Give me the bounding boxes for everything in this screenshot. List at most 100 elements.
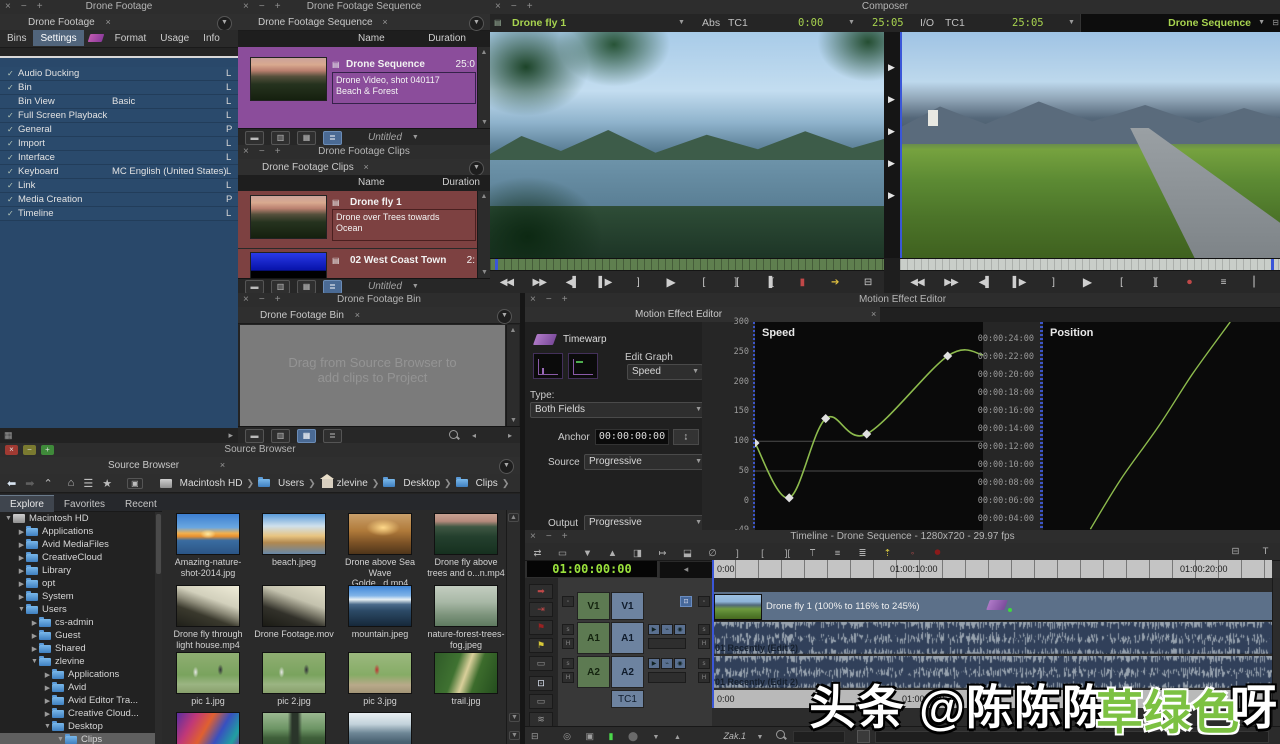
- clips-bin-tab[interactable]: Drone Footage Clips: [262, 162, 354, 173]
- sequence-bin-tab[interactable]: Drone Footage Sequence: [258, 17, 373, 28]
- chevron-down-icon[interactable]: ▼: [1258, 14, 1265, 32]
- cursor-icon[interactable]: ▏: [1240, 277, 1274, 288]
- audio-play-icon[interactable]: ▶: [648, 658, 660, 669]
- file-item[interactable]: trail.jpg: [424, 652, 506, 707]
- mee-titlebar[interactable]: ×−+ Motion Effect Editor: [525, 293, 1280, 308]
- audio-auto-icon[interactable]: ◉: [674, 624, 686, 635]
- tree-item-applications[interactable]: ▶Applications: [0, 525, 155, 538]
- menu-icon[interactable]: ⊟: [531, 731, 539, 741]
- fast-menu-icon[interactable]: ▼: [469, 161, 484, 176]
- mixer-icon[interactable]: ⇄: [525, 545, 550, 562]
- solo-box[interactable]: s: [698, 658, 710, 669]
- back-icon[interactable]: ⬅: [7, 477, 16, 490]
- frame-view-icon[interactable]: ▦: [297, 131, 316, 145]
- close-icon[interactable]: ×: [5, 445, 18, 455]
- file-thumbnail[interactable]: [434, 652, 498, 694]
- settings-row[interactable]: ✓InterfaceL: [0, 151, 238, 165]
- fast-menu-icon[interactable]: ▼: [469, 16, 484, 31]
- maximize-icon[interactable]: +: [275, 0, 281, 14]
- sequence-clip-name[interactable]: Drone Sequence: [346, 59, 425, 70]
- file-thumbnail[interactable]: [348, 585, 412, 627]
- bin-view-preset[interactable]: Untitled: [368, 281, 402, 292]
- expand-icon[interactable]: ▶: [17, 541, 26, 549]
- tree-item-library[interactable]: ▶Library: [0, 564, 155, 577]
- tab-settings[interactable]: Settings: [33, 30, 83, 46]
- file-item[interactable]: Drone fly above trees and o...n.mp4: [424, 513, 506, 578]
- scrollbar[interactable]: ▲▼: [477, 47, 490, 128]
- file-item[interactable]: mountain.jpeg: [338, 585, 422, 640]
- record-icon[interactable]: ⏺: [925, 544, 950, 561]
- extract-icon[interactable]: ➔: [818, 277, 851, 288]
- settings-row[interactable]: ✓ImportL: [0, 137, 238, 151]
- forward-icon[interactable]: ➡: [25, 477, 34, 490]
- record-track-v1[interactable]: V1: [611, 592, 644, 620]
- clip-name[interactable]: Drone fly 1: [350, 197, 402, 208]
- step-forward-icon[interactable]: ▌▶: [1002, 277, 1036, 288]
- column-name[interactable]: Name: [358, 177, 385, 188]
- tree-item-applications[interactable]: ▶Applications: [0, 668, 155, 681]
- settings-row[interactable]: ✓BinL: [0, 81, 238, 95]
- tree-item-users[interactable]: ▼Users: [0, 603, 155, 616]
- breadcrumb-users[interactable]: Users: [278, 478, 304, 489]
- expand-icon[interactable]: ▶: [17, 528, 26, 536]
- yellow-marker-icon[interactable]: ⚑: [529, 638, 553, 653]
- close-icon[interactable]: ×: [530, 530, 536, 543]
- source-browser-tab[interactable]: Source Browser: [108, 460, 179, 471]
- maximize-icon[interactable]: +: [275, 293, 281, 307]
- file-item[interactable]: Drone fly through light house.mp4: [166, 585, 250, 650]
- file-item[interactable]: pic 3.jpg: [338, 652, 422, 707]
- down-arrow-icon[interactable]: ▼: [575, 545, 600, 562]
- composer-titlebar[interactable]: ×−+ Composer: [490, 0, 1280, 15]
- text-view-icon[interactable]: ▥: [271, 280, 290, 294]
- maximize-icon[interactable]: +: [275, 145, 281, 159]
- close-icon[interactable]: ×: [243, 293, 249, 307]
- fast-menu-icon[interactable]: ▼: [217, 16, 232, 31]
- camera-icon[interactable]: ▣: [127, 478, 143, 489]
- expand-icon[interactable]: ▶: [43, 684, 52, 692]
- frame2-icon[interactable]: ▭: [529, 694, 553, 709]
- audio-pan-icon[interactable]: ⌁: [661, 624, 673, 635]
- mark-in-icon[interactable]: [: [687, 277, 720, 288]
- close-icon[interactable]: ×: [243, 145, 249, 159]
- chevron-up-icon[interactable]: ▲: [674, 734, 681, 741]
- brief-view-icon[interactable]: ▬: [245, 131, 264, 145]
- file-thumbnail[interactable]: [262, 513, 326, 555]
- timewarp-effect-icon[interactable]: [986, 600, 1008, 610]
- tree-item-avid[interactable]: ▶Avid: [0, 681, 155, 694]
- footage-bin-titlebar[interactable]: ×−+ Drone Footage Bin: [238, 293, 520, 308]
- overwrite-icon[interactable]: ▐[: [753, 277, 786, 288]
- tab-bins[interactable]: Bins: [0, 30, 33, 46]
- video-monitor-icon[interactable]: ⊡: [680, 596, 692, 607]
- chevron-down-icon[interactable]: ▼: [1068, 14, 1075, 32]
- file-item[interactable]: Drone above Sea Wave Golde...d.mp4: [338, 513, 422, 589]
- tc-nav-box[interactable]: ◂: [659, 561, 713, 579]
- text-tool-icon[interactable]: T: [1253, 543, 1278, 560]
- source-clip-name[interactable]: Drone fly 1: [512, 14, 566, 32]
- collapse-icon[interactable]: ▼: [17, 606, 26, 613]
- collapse-icon[interactable]: ▼: [4, 515, 13, 522]
- gray-blob-icon[interactable]: ⬤: [628, 731, 638, 741]
- chevron-down-icon[interactable]: ▼: [678, 14, 685, 32]
- chevron-down-icon[interactable]: ▼: [412, 134, 419, 141]
- source-select[interactable]: Progressive▼: [584, 454, 706, 470]
- clip-row[interactable]: ▤ Drone fly 1 Drone over Trees towards O…: [238, 191, 477, 248]
- sequence-clip-description[interactable]: Drone Video, shot 040117 Beach & Forest: [332, 72, 476, 104]
- effects-tab-icon[interactable]: [87, 34, 104, 42]
- clip-description[interactable]: Drone over Trees towards Ocean: [332, 209, 476, 241]
- tree-item-guest[interactable]: ▶Guest: [0, 629, 155, 642]
- clip-row[interactable]: ▤ 02 West Coast Town 2:: [238, 249, 477, 278]
- mute-box[interactable]: H: [698, 672, 710, 683]
- clip-thumbnail[interactable]: [250, 195, 327, 239]
- close-tab-icon[interactable]: ×: [220, 460, 225, 470]
- file-item[interactable]: nature-forest-trees-fog.jpeg: [424, 585, 506, 650]
- files-scrollbar[interactable]: ▲ ▼ ▼: [506, 510, 520, 744]
- chevron-down-icon[interactable]: ▼: [756, 734, 763, 741]
- track-lock-box[interactable]: ▫: [562, 596, 574, 607]
- scrollbar[interactable]: ▲▼: [477, 191, 490, 278]
- frame-view-icon[interactable]: ▦: [297, 429, 316, 443]
- playhead[interactable]: [712, 560, 714, 578]
- file-item[interactable]: pic 2.jpg: [252, 652, 336, 707]
- focus-button[interactable]: ⊡: [529, 676, 553, 691]
- video-clip[interactable]: Drone fly 1 (100% to 116% to 245%): [712, 592, 1272, 621]
- step-forward-icon[interactable]: ▌▶: [588, 277, 621, 288]
